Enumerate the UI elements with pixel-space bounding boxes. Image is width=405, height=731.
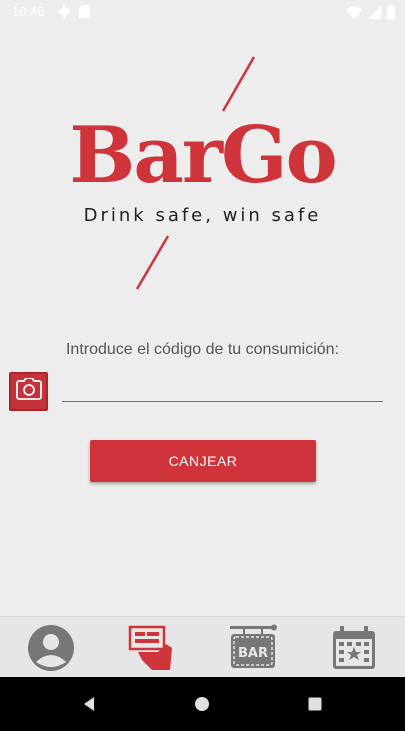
status-time: 10:46 — [12, 4, 45, 19]
code-prompt-label: Introduce el código de tu consumición: — [65, 341, 340, 358]
home-icon[interactable] — [189, 691, 215, 717]
person-icon — [27, 624, 75, 677]
redeem-button[interactable]: CANJEAR — [90, 440, 316, 482]
wifi-icon — [346, 6, 362, 24]
signal-icon — [368, 5, 381, 24]
status-bar: 10:46 — [0, 0, 405, 24]
back-icon[interactable] — [76, 691, 102, 717]
status-left-icons — [58, 5, 90, 23]
bottom-nav: BAR — [0, 616, 405, 677]
system-nav-bar — [0, 677, 405, 731]
status-right-icons — [346, 5, 395, 24]
nav-item-profile[interactable] — [26, 624, 76, 677]
battery-icon — [387, 5, 395, 24]
nav-item-bars[interactable]: BAR — [228, 624, 278, 677]
scan-camera-button[interactable] — [9, 372, 48, 411]
svg-text:BAR: BAR — [238, 646, 268, 661]
camera-icon — [15, 377, 42, 405]
nav-item-events[interactable] — [329, 625, 379, 675]
calendar-star-icon — [330, 624, 378, 677]
bar-sign-icon: BAR — [228, 624, 278, 677]
app-logo: BarGo Drink safe, win safe — [0, 50, 405, 300]
logo-brand: BarGo — [69, 110, 337, 201]
logo-tagline: Drink safe, win safe — [83, 205, 322, 226]
gear-icon — [58, 5, 71, 23]
sd-card-icon — [79, 5, 90, 23]
nav-item-redeem-ticket[interactable] — [127, 625, 177, 675]
consumption-code-input[interactable] — [62, 374, 383, 402]
ticket-hand-icon — [128, 624, 176, 677]
recents-icon[interactable] — [302, 691, 328, 717]
